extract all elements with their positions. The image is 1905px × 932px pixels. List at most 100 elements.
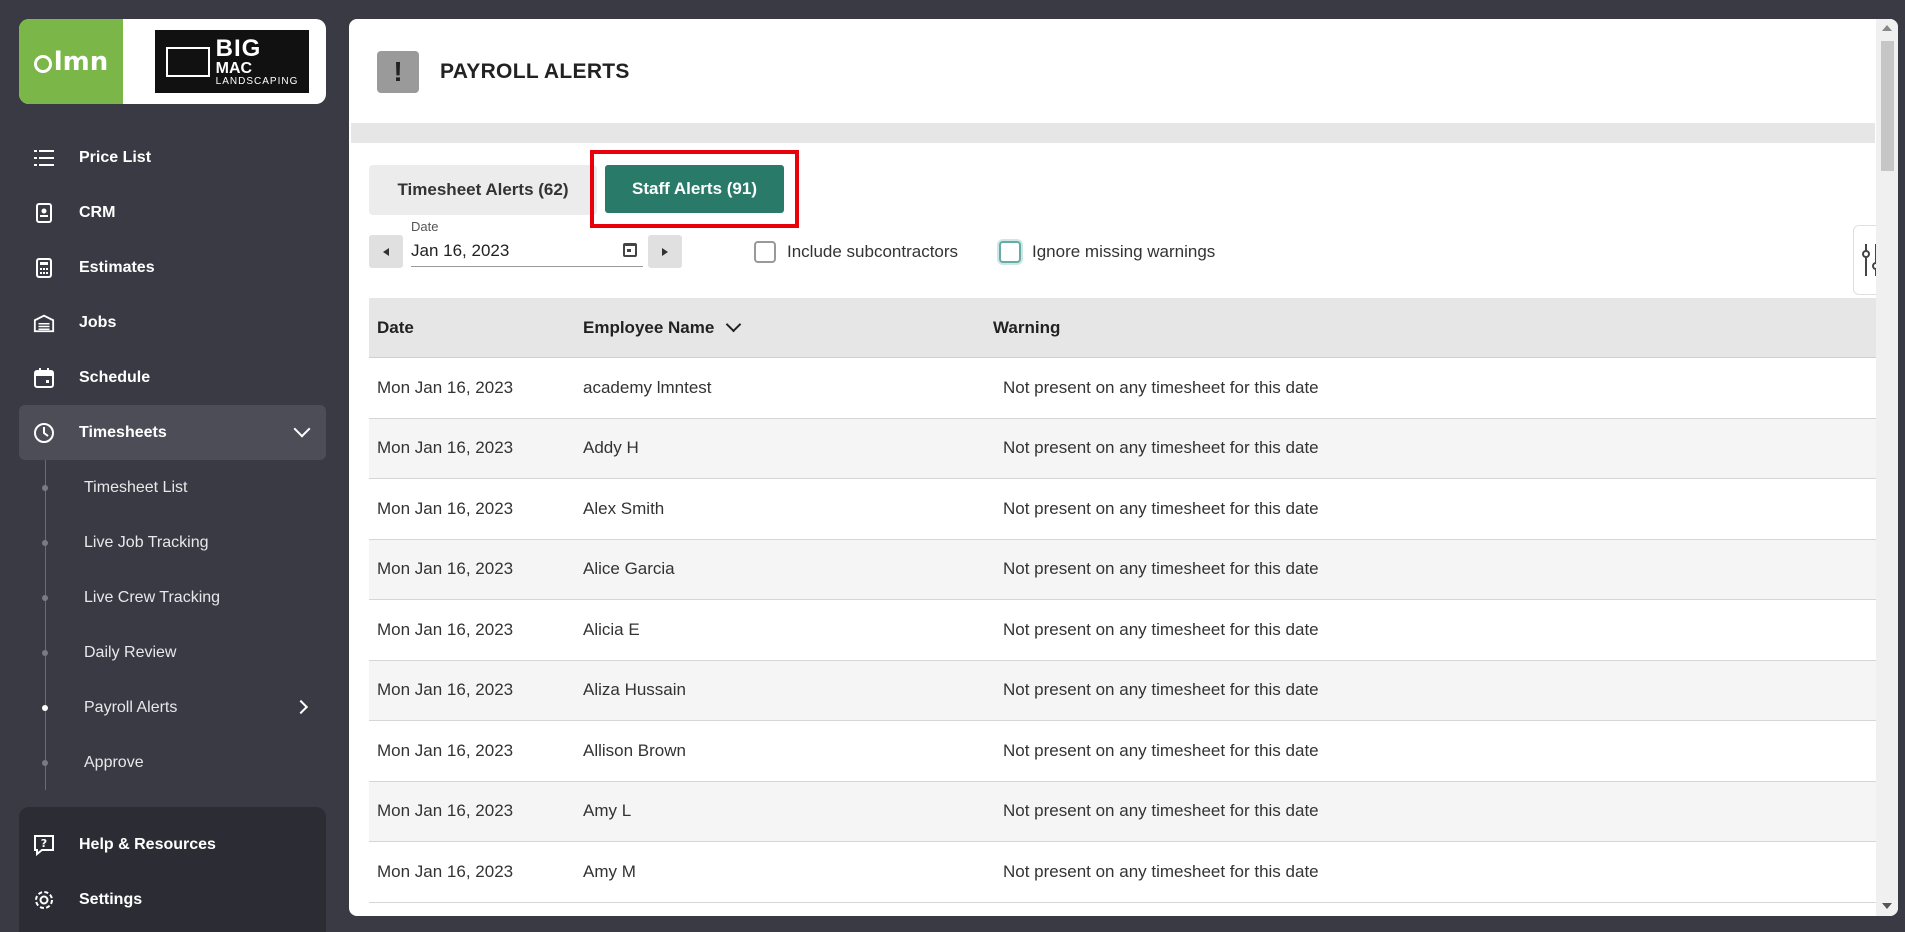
table-row[interactable]: Mon Jan 16, 2023 Amy L Not present on any … — [369, 781, 1876, 842]
checkbox[interactable] — [754, 241, 776, 263]
chevron-right-icon — [293, 699, 309, 715]
sidebar-item-label: Timesheets — [79, 423, 167, 441]
sidebar-item-price-list[interactable]: Price List — [19, 130, 326, 185]
company-logo-sub: LANDSCAPING — [215, 75, 299, 87]
cell-warning: Not present on any timesheet for this da… — [1003, 498, 1319, 518]
company-logo-mac: MAC — [215, 59, 253, 77]
cell-warning: Not present on any timesheet for this da… — [1003, 438, 1319, 458]
table-row[interactable]: Mon Jan 16, 2023 Alice Garcia Not present … — [369, 539, 1876, 600]
table-row[interactable]: Mon Jan 16, 2023 Allison Brown Not present… — [369, 721, 1876, 782]
column-header-warning[interactable]: Warning — [985, 318, 1060, 338]
sidebar-item-settings[interactable]: Settings — [19, 872, 326, 927]
arrow-right-icon — [662, 247, 668, 256]
table-row[interactable]: Mon Jan 16, 2023 Aliza Hussain Not present… — [369, 660, 1876, 721]
vertical-scrollbar[interactable] — [1876, 19, 1898, 916]
sidebar-item-live-job-tracking[interactable]: Live Job Tracking — [19, 515, 326, 570]
calendar-icon[interactable] — [623, 243, 637, 257]
date-label: Date — [411, 219, 439, 234]
contact-card-icon — [33, 202, 55, 224]
table-row[interactable]: Mon Jan 16, 2023 Addy H Not present on any… — [369, 418, 1876, 479]
sidebar-item-label: Help & Resources — [79, 835, 216, 853]
checkbox-label: Include subcontractors — [787, 242, 959, 261]
tab-staff-alerts[interactable]: Staff Alerts (91) — [605, 165, 784, 213]
sidebar-item-schedule[interactable]: Schedule — [19, 350, 326, 405]
scroll-up-icon[interactable] — [1882, 25, 1892, 31]
table-row[interactable]: Mon Jan 16, 2023 academy lmntest Not prese… — [369, 358, 1876, 419]
scroll-down-icon[interactable] — [1882, 903, 1892, 909]
exclamation-icon: ! — [377, 51, 419, 93]
sidebar-item-timesheet-list[interactable]: Timesheet List — [19, 460, 326, 515]
timesheets-submenu: Timesheet List Live Job Tracking Live Cr… — [19, 460, 326, 790]
table-body: Mon Jan 16, 2023 academy lmntest Not prese… — [369, 358, 1876, 903]
column-header-label: Employee Name — [583, 317, 715, 337]
table-row[interactable]: Mon Jan 16, 2023 Alex Smith Not present on… — [369, 479, 1876, 540]
sidebar-item-label: Schedule — [79, 368, 151, 386]
sidebar-item-jobs[interactable]: Jobs — [19, 295, 326, 350]
sidebar-item-crm[interactable]: CRM — [19, 185, 326, 240]
table-row[interactable]: Mon Jan 16, 2023 Alicia E Not present on a… — [369, 600, 1876, 661]
cell-name: Amy L — [583, 801, 632, 821]
cell-warning: Not present on any timesheet for this da… — [1003, 740, 1319, 760]
cell-name: academy lmntest — [583, 377, 712, 397]
cell-date: Mon Jan 16, 2023 — [377, 680, 514, 700]
logo-card: lmn BIG MAC LANDSCAPING — [19, 19, 326, 104]
cell-warning: Not present on any timesheet for this da… — [1003, 861, 1319, 881]
chevron-down-icon[interactable] — [293, 420, 311, 438]
warehouse-icon — [33, 312, 55, 334]
cell-name: Amy M — [583, 861, 636, 881]
sort-chevron-icon[interactable] — [726, 316, 742, 333]
calculator-icon — [33, 257, 55, 279]
sidebar-item-approve[interactable]: Approve — [19, 735, 326, 790]
gear-icon — [33, 889, 55, 911]
cell-date: Mon Jan 16, 2023 — [377, 861, 514, 881]
clock-icon — [33, 422, 55, 444]
company-logo: BIG MAC LANDSCAPING — [155, 30, 309, 93]
include-subcontractors-checkbox[interactable]: Include subcontractors — [754, 241, 958, 263]
date-field[interactable] — [411, 237, 643, 267]
arrow-left-icon — [383, 247, 389, 256]
sidebar-item-payroll-alerts[interactable]: Payroll Alerts — [19, 680, 326, 735]
checkbox[interactable] — [999, 241, 1021, 263]
cell-date: Mon Jan 16, 2023 — [377, 740, 514, 760]
cell-date: Mon Jan 16, 2023 — [377, 377, 514, 397]
calendar-icon — [33, 367, 55, 389]
main-panel: ! PAYROLL ALERTS Timesheet Alerts (62) S… — [349, 19, 1898, 916]
sidebar-item-live-crew-tracking[interactable]: Live Crew Tracking — [19, 570, 326, 625]
lmn-logo[interactable]: lmn — [19, 19, 123, 104]
cell-name: Alicia E — [583, 619, 640, 639]
sidebar-item-daily-review[interactable]: Daily Review — [19, 625, 326, 680]
table-row[interactable]: Mon Jan 16, 2023 Amy M Not present on any … — [369, 842, 1876, 903]
column-header-date[interactable]: Date — [369, 318, 575, 338]
sidebar-nav: Price List CRM Estimates Jobs Schedule T… — [19, 130, 326, 790]
date-input[interactable] — [411, 237, 601, 265]
sidebar-item-label: Daily Review — [84, 643, 177, 661]
bullet-icon — [42, 540, 48, 546]
ignore-missing-warnings-checkbox[interactable]: Ignore missing warnings — [999, 241, 1215, 263]
sidebar-item-label: CRM — [79, 203, 116, 221]
cell-name: Alex Smith — [583, 498, 665, 518]
sidebar-item-label: Timesheet List — [84, 478, 188, 496]
sidebar-item-label: Estimates — [79, 258, 155, 276]
bullet-icon — [42, 485, 48, 491]
cell-warning: Not present on any timesheet for this da… — [1003, 801, 1319, 821]
sidebar-item-label: Payroll Alerts — [84, 698, 178, 716]
date-prev-button[interactable] — [369, 235, 403, 268]
cell-name: Addy H — [583, 438, 639, 458]
sidebar-item-timesheets[interactable]: Timesheets — [19, 405, 326, 460]
sidebar-item-label: Jobs — [79, 313, 117, 331]
sidebar-item-help[interactable]: ? Help & Resources — [19, 817, 326, 872]
tab-timesheet-alerts[interactable]: Timesheet Alerts (62) — [369, 165, 597, 215]
scroll-thumb[interactable] — [1881, 41, 1894, 171]
page-title: PAYROLL ALERTS — [440, 60, 630, 83]
header-divider — [351, 123, 1875, 143]
sidebar-item-estimates[interactable]: Estimates — [19, 240, 326, 295]
cell-name: Allison Brown — [583, 740, 686, 760]
cell-date: Mon Jan 16, 2023 — [377, 801, 514, 821]
cell-date: Mon Jan 16, 2023 — [377, 619, 514, 639]
sidebar-item-label: Live Crew Tracking — [84, 588, 221, 606]
date-next-button[interactable] — [648, 235, 682, 268]
staff-alerts-table: Date Employee Name Warning Mon Jan 16, 2… — [369, 298, 1876, 903]
column-header-employee-name[interactable]: Employee Name — [575, 316, 985, 338]
sidebar-bottom: ? Help & Resources Settings — [19, 807, 326, 932]
sidebar-item-label: Live Job Tracking — [84, 533, 209, 551]
